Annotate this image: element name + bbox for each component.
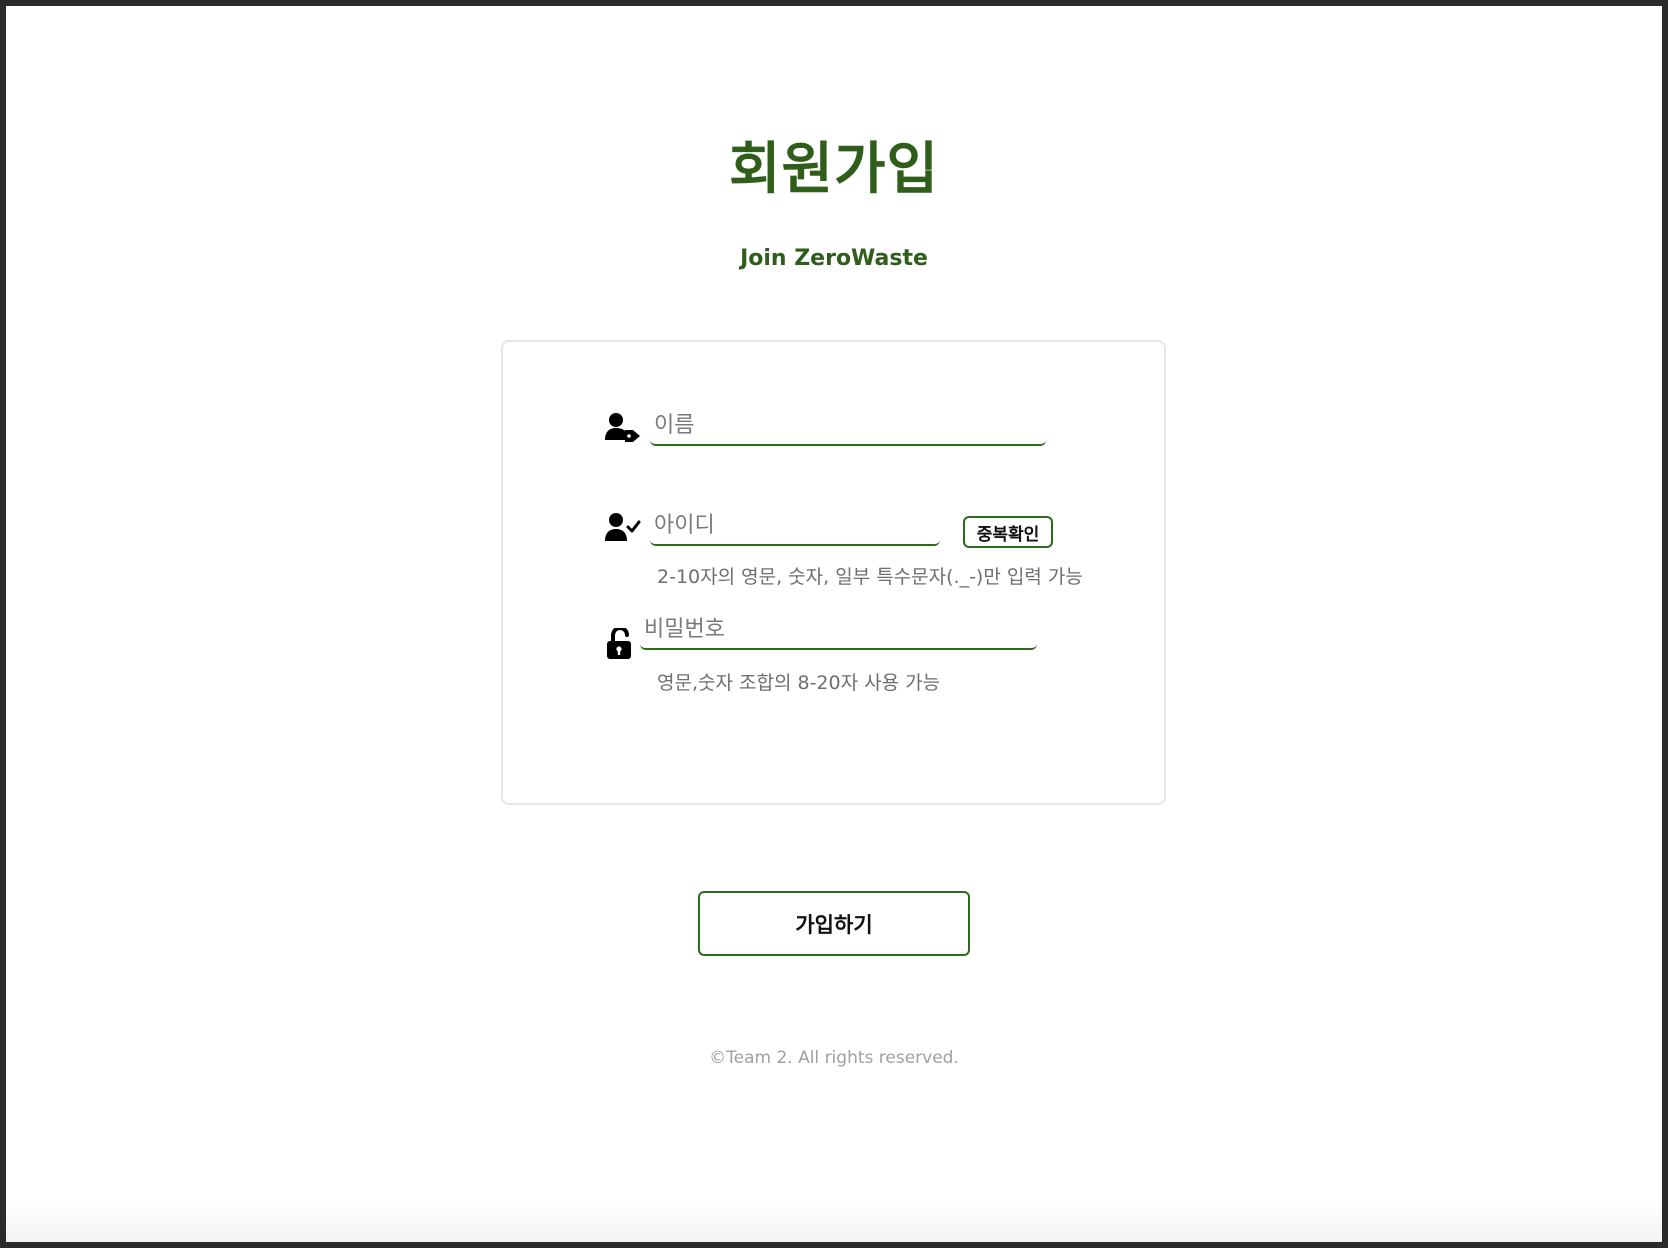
- unlock-icon: [605, 628, 641, 660]
- password-hint: 영문,숫자 조합의 8-20자 사용 가능: [657, 672, 941, 694]
- name-input[interactable]: [650, 406, 1046, 446]
- page-subtitle: Join ZeroWaste: [740, 246, 928, 271]
- footer-copyright: ©Team 2. All rights reserved.: [709, 1048, 959, 1068]
- user-check-icon: [605, 512, 641, 544]
- user-id-input[interactable]: [650, 506, 940, 546]
- signup-form-card: 중복확인 2-10자의 영문, 숫자, 일부 특수문자(._-)만 입력 가능 …: [501, 340, 1166, 805]
- user-id-hint: 2-10자의 영문, 숫자, 일부 특수문자(._-)만 입력 가능: [657, 566, 1083, 588]
- page-title: 회원가입: [728, 137, 940, 202]
- signup-submit-button[interactable]: 가입하기: [698, 891, 970, 956]
- bottom-shadow: [6, 1202, 1662, 1242]
- signup-page: 회원가입 Join ZeroWaste 중복확인 2-10자의 영문, 숫자, …: [6, 6, 1662, 1242]
- user-tag-icon: [605, 412, 641, 444]
- duplicate-check-button[interactable]: 중복확인: [963, 516, 1053, 548]
- password-input[interactable]: [640, 610, 1037, 650]
